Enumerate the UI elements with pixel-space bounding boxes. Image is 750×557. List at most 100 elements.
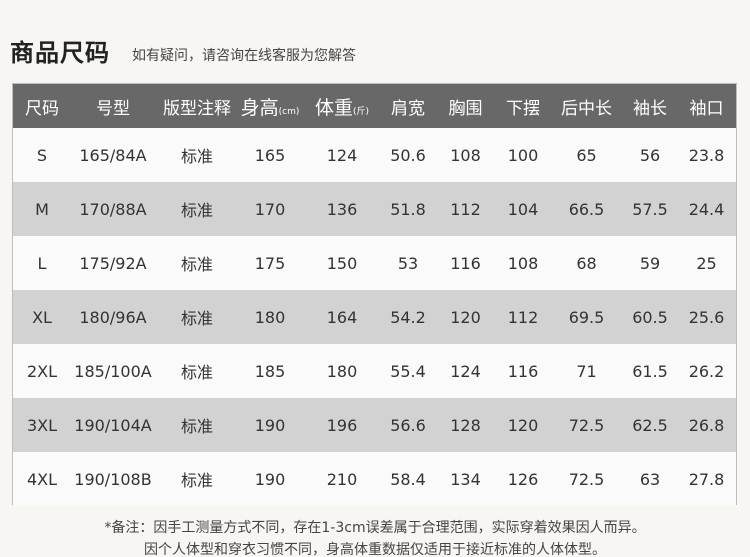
cell-size: M (35, 199, 49, 219)
cell-model: 170/88A (79, 199, 147, 219)
table-row: M 170/88A 标准 170 136 51.8 112 104 66.5 57.5 24.4 (13, 182, 736, 236)
cell-model: 175/92A (79, 253, 147, 273)
table-row: 2XL 185/100A 标准 185 180 55.4 124 116 71 61.5 26.2 (13, 344, 736, 398)
cell-height: 175 (254, 253, 286, 273)
header-back-length-label: 后中长 (561, 98, 612, 119)
cell-fit: 标准 (180, 471, 213, 490)
cell-back-length: 66.5 (568, 199, 605, 219)
cell-cuff: 25.6 (688, 307, 725, 327)
cell-chest: 124 (450, 361, 481, 381)
cell-weight: 210 (326, 469, 358, 489)
cell-height: 185 (254, 361, 286, 381)
header-cuff-label: 袖口 (689, 98, 724, 119)
cell-cuff: 23.8 (688, 145, 725, 165)
cell-chest: 112 (450, 199, 481, 219)
header-fit-label: 版型注释 (163, 98, 231, 119)
cell-hem: 120 (507, 415, 539, 435)
cell-shoulder: 54.2 (390, 307, 426, 327)
header-shoulder: 肩宽 (383, 94, 433, 119)
cell-height: 180 (254, 307, 286, 327)
cell-sleeve-length: 56 (639, 145, 661, 165)
header-shoulder-label: 肩宽 (391, 98, 425, 119)
cell-model: 165/84A (79, 145, 147, 165)
cell-cuff: 24.4 (688, 199, 725, 219)
cell-back-length: 72.5 (568, 415, 605, 435)
cell-sleeve-length: 60.5 (632, 307, 668, 327)
cell-fit: 标准 (180, 255, 213, 274)
cell-size: L (37, 253, 47, 273)
cell-shoulder: 56.6 (390, 415, 426, 435)
cell-back-length: 68 (576, 253, 597, 273)
cell-shoulder: 58.4 (390, 469, 426, 489)
cell-weight: 180 (326, 361, 358, 381)
header-height-unit: (cm) (278, 106, 300, 117)
cell-hem: 112 (507, 307, 539, 327)
cell-cuff: 27.8 (688, 469, 725, 489)
cell-chest: 116 (450, 253, 481, 273)
cell-sleeve-length: 57.5 (632, 199, 668, 219)
cell-shoulder: 51.8 (390, 199, 426, 219)
cell-fit: 标准 (180, 363, 213, 382)
cell-weight: 136 (326, 199, 358, 219)
size-chart-page: 商品尺码 如有疑问，请咨询在线客服为您解答 尺码 号型 版型注释 身高(cm) 体重(斤… (0, 0, 750, 557)
cell-size: 4XL (26, 469, 58, 489)
cell-model: 180/96A (79, 307, 147, 327)
header-fit: 版型注释 (155, 94, 239, 119)
cell-fit: 标准 (180, 417, 213, 436)
cell-size: 2XL (26, 361, 58, 381)
cell-height: 190 (254, 415, 286, 435)
note-line-2: 因个人体型和穿衣习惯不同，身高体重数据仅适用于接近标准的人体体型。 (144, 542, 606, 557)
table-header-row: 尺码 号型 版型注释 身高(cm) 体重(斤) 肩宽 胸围 下摆 后中长 袖长 袖口 (13, 84, 736, 128)
page-heading: 商品尺码 如有疑问，请咨询在线客服为您解答 (10, 38, 356, 68)
page-title: 商品尺码 (10, 39, 110, 67)
cell-height: 190 (254, 469, 286, 489)
cell-shoulder: 53 (397, 253, 419, 273)
cell-weight: 150 (326, 253, 358, 273)
header-back-length: 后中长 (548, 94, 625, 119)
cell-fit: 标准 (180, 309, 213, 328)
cell-sleeve-length: 61.5 (632, 361, 668, 381)
cell-cuff: 26.2 (688, 361, 725, 381)
cell-shoulder: 50.6 (390, 145, 426, 165)
cell-cuff: 25 (696, 253, 717, 273)
table-row: XL 180/96A 标准 180 164 54.2 120 112 69.5 60.5 25.6 (13, 290, 736, 344)
header-size-label: 尺码 (25, 98, 59, 119)
cell-hem: 116 (507, 361, 539, 381)
cell-chest: 108 (450, 145, 481, 165)
cell-weight: 164 (326, 307, 358, 327)
header-hem: 下摆 (498, 94, 548, 119)
cell-back-length: 65 (576, 145, 597, 165)
cell-chest: 128 (450, 415, 481, 435)
header-weight-unit: (斤) (352, 106, 370, 117)
cell-weight: 124 (326, 145, 358, 165)
cell-size: 3XL (26, 415, 58, 435)
cell-hem: 108 (507, 253, 539, 273)
table-row: 3XL 190/104A 标准 190 196 56.6 128 120 72.5 62.5 26.… (13, 398, 736, 452)
cell-hem: 126 (507, 469, 539, 489)
table-row: L 175/92A 标准 175 150 53 116 108 68 59 25 (13, 236, 736, 290)
cell-hem: 104 (507, 199, 539, 219)
cell-chest: 120 (450, 307, 481, 327)
header-hem-label: 下摆 (506, 98, 540, 119)
header-cuff: 袖口 (675, 94, 738, 119)
cell-sleeve-length: 59 (639, 253, 661, 273)
cell-sleeve-length: 63 (639, 469, 661, 489)
note-line-1: *备注：因手工测量方式不同，存在1-3cm误差属于合理范围，实际穿着效果因人而异… (104, 520, 646, 536)
cell-height: 165 (254, 145, 286, 165)
cell-shoulder: 55.4 (390, 361, 426, 381)
cell-height: 170 (254, 199, 286, 219)
cell-model: 190/104A (74, 415, 152, 435)
cell-chest: 134 (450, 469, 481, 489)
cell-model: 185/100A (74, 361, 152, 381)
table-row: 4XL 190/108B 标准 190 210 58.4 134 126 72.5 63 27.8 (13, 452, 736, 506)
cell-size: S (36, 145, 48, 165)
cell-fit: 标准 (180, 147, 213, 166)
cell-cuff: 26.8 (688, 415, 725, 435)
cell-back-length: 72.5 (568, 469, 605, 489)
header-model-label: 号型 (96, 98, 130, 119)
cell-back-length: 69.5 (568, 307, 605, 327)
table-body: S 165/84A 标准 165 124 50.6 108 100 65 56 23.8 M 170/8… (13, 128, 736, 506)
header-model: 号型 (71, 94, 155, 119)
cell-size: XL (32, 307, 52, 327)
cell-hem: 100 (507, 145, 539, 165)
